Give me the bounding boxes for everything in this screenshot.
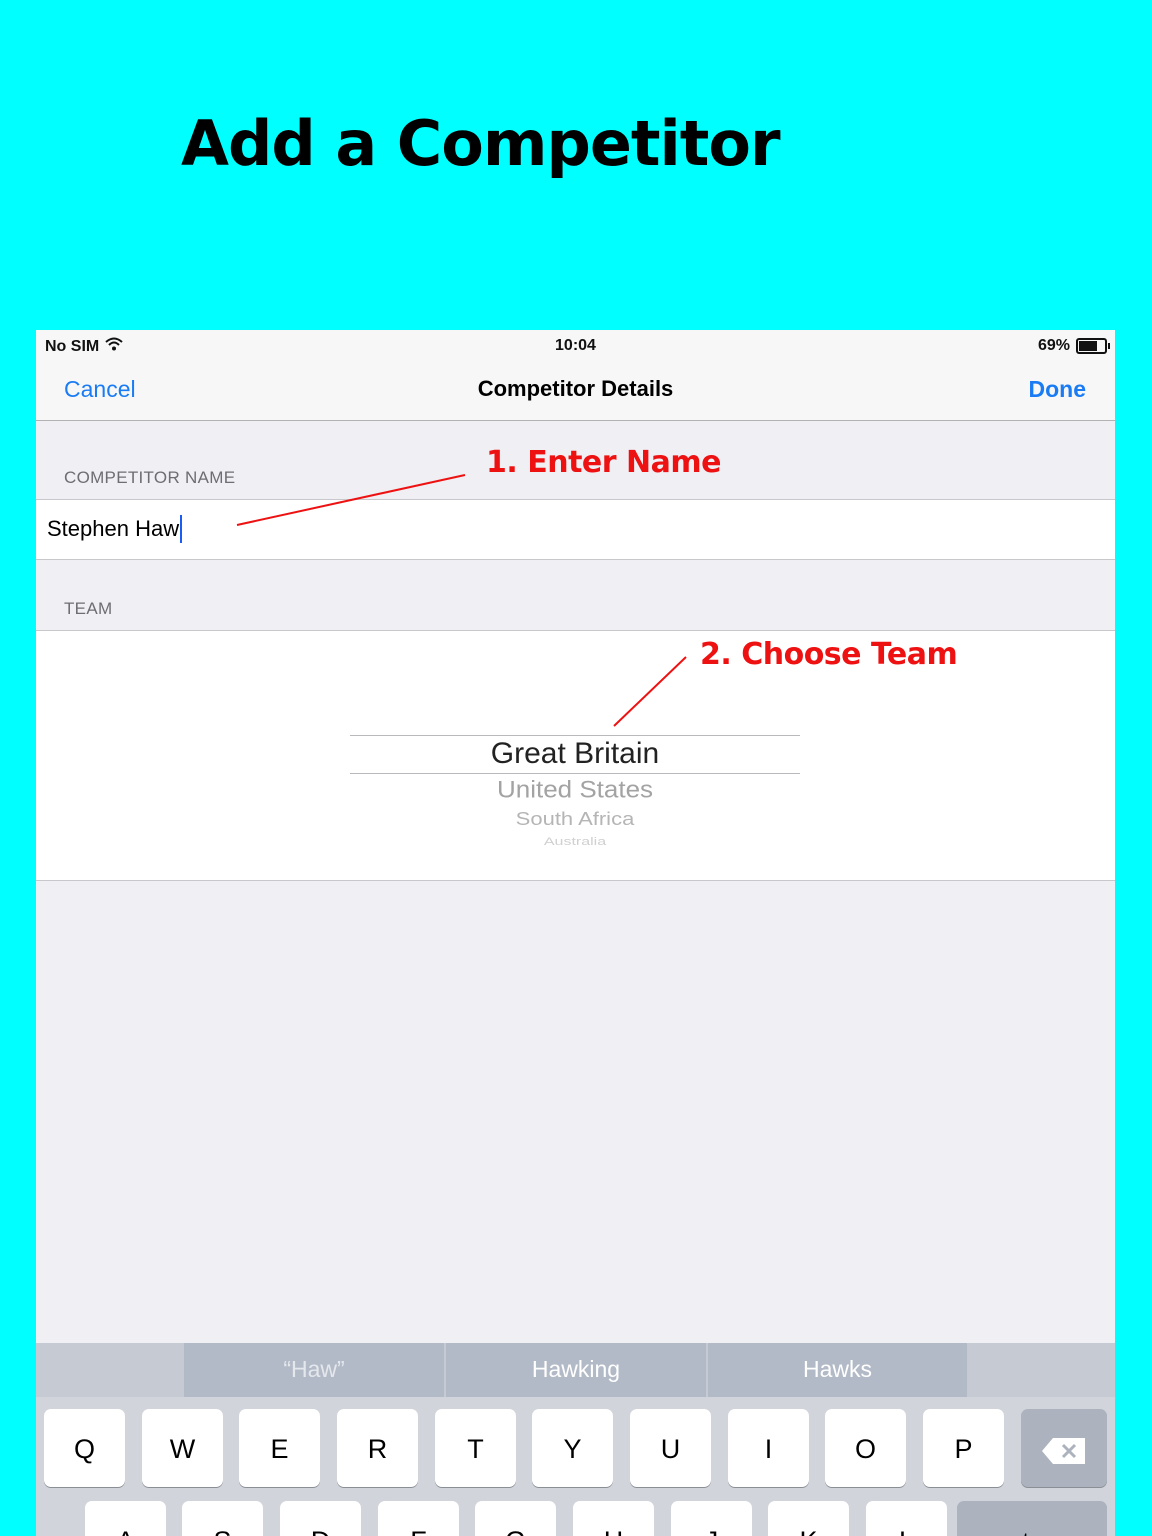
navigation-bar: Cancel Competitor Details Done [36, 362, 1115, 421]
competitor-name-header: COMPETITOR NAME [64, 468, 236, 487]
key-d[interactable]: D [280, 1501, 361, 1536]
battery-percent: 69% [1037, 337, 1070, 354]
key-g[interactable]: G [475, 1501, 556, 1536]
key-y[interactable]: Y [532, 1409, 613, 1487]
key-h[interactable]: H [573, 1501, 654, 1536]
key-u[interactable]: U [630, 1409, 711, 1487]
page-headline: Add a Competitor [181, 107, 781, 180]
key-q[interactable]: Q [44, 1409, 125, 1487]
picker-item[interactable]: United States [350, 775, 800, 804]
key-o[interactable]: O [825, 1409, 906, 1487]
suggestion-item[interactable]: Hawks [708, 1343, 967, 1397]
text-caret [180, 515, 183, 543]
key-p[interactable]: P [923, 1409, 1004, 1487]
picker-item[interactable]: Australia [350, 836, 800, 849]
competitor-name-cell: Stephen Haw [36, 499, 1115, 560]
key-r[interactable]: R [337, 1409, 418, 1487]
nav-title: Competitor Details [477, 376, 674, 401]
annotation-enter-name: 1. Enter Name [486, 445, 721, 480]
competitor-name-field[interactable]: Stephen Haw [47, 515, 183, 543]
picker-selection-top-line [350, 735, 800, 736]
status-bar: No SIM 10:04 69% [36, 330, 1115, 362]
key-e[interactable]: E [239, 1409, 320, 1487]
ipad-screen: No SIM 10:04 69% Cancel Competitor Detai… [36, 330, 1115, 1536]
competitor-name-value: Stephen Haw [47, 516, 180, 541]
key-t[interactable]: T [435, 1409, 516, 1487]
battery-icon [1076, 338, 1110, 354]
picker-item[interactable]: South Africa [350, 808, 800, 830]
key-i[interactable]: I [728, 1409, 809, 1487]
suggestion-item[interactable]: Hawking [446, 1343, 706, 1397]
team-header: TEAM [64, 599, 113, 618]
picker-item-selected[interactable]: Great Britain [350, 737, 800, 771]
backspace-icon [1041, 1434, 1087, 1464]
suggestion-bar: “Haw” Hawking Hawks [36, 1343, 1115, 1397]
key-w[interactable]: W [142, 1409, 223, 1487]
key-s[interactable]: S [182, 1501, 263, 1536]
key-k[interactable]: K [768, 1501, 849, 1536]
backspace-key[interactable] [1021, 1409, 1107, 1487]
annotation-choose-team: 2. Choose Team [700, 637, 958, 672]
return-key[interactable]: return [957, 1501, 1107, 1536]
keyboard: “Haw” Hawking Hawks Q W E R T Y U I O P … [36, 1343, 1115, 1536]
picker-selection-bottom-line [350, 773, 800, 774]
key-j[interactable]: J [671, 1501, 752, 1536]
key-a[interactable]: A [85, 1501, 166, 1536]
suggestion-literal[interactable]: “Haw” [184, 1343, 444, 1397]
done-button[interactable]: Done [1029, 376, 1087, 403]
clock: 10:04 [555, 337, 596, 354]
key-l[interactable]: L [866, 1501, 947, 1536]
key-f[interactable]: F [378, 1501, 459, 1536]
